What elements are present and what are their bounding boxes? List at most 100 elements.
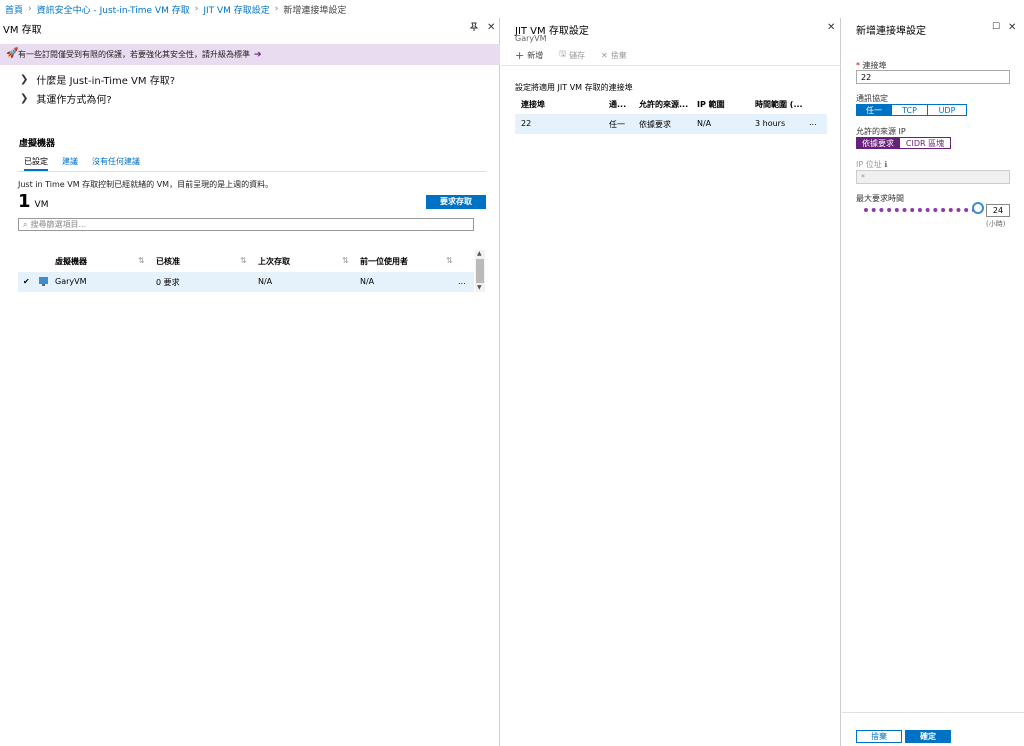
protocol-option-tcp[interactable]: TCP [891, 104, 928, 116]
cell-port: 22 [521, 119, 532, 128]
cell-ip-range: N/A [697, 119, 712, 128]
search-placeholder: 搜尋篩選項目... [30, 220, 87, 229]
sort-icon[interactable]: ⇅ [446, 256, 453, 265]
column-header-time-range[interactable]: 時間範圍 (... [755, 99, 803, 110]
protocol-label: 通訊協定 [856, 94, 888, 103]
ok-button[interactable]: 確定 [905, 730, 951, 743]
save-button[interactable]: 🖫 儲存 [559, 48, 585, 62]
max-time-slider-track[interactable] [864, 208, 976, 212]
close-icon[interactable]: ✕ [827, 22, 835, 33]
scroll-down-icon[interactable]: ▼ [477, 284, 482, 291]
table-row[interactable]: ✔ GaryVM 0 要求 N/A N/A ... [18, 272, 474, 292]
banner-text: 有一些訂閱僅受到有限的保護，若要強化其安全性，請升級為標準 [18, 50, 250, 59]
cell-vm-name[interactable]: GaryVM [55, 277, 87, 286]
breadcrumb-home[interactable]: 首頁 [5, 3, 23, 16]
column-header-port[interactable]: 連接埠 [521, 99, 545, 110]
add-label: 新增 [527, 50, 544, 60]
cell-approved: 0 要求 [156, 278, 180, 287]
source-option-per-request[interactable]: 依據要求 [856, 137, 900, 149]
breadcrumb-separator: › [28, 4, 32, 14]
arrow-right-icon: ➔ [254, 49, 262, 60]
column-header-source[interactable]: 允許的來源... [639, 99, 688, 110]
source-ip-label: 允許的來源 IP [856, 127, 906, 136]
discard-button[interactable]: ✕ 捨棄 [601, 50, 627, 61]
vm-count-number: 1 [18, 191, 31, 212]
row-more-button[interactable]: ... [809, 118, 817, 127]
max-time-input[interactable]: 24 [986, 204, 1010, 217]
section-title: 虛擬機器 [19, 139, 56, 149]
discard-label: 捨棄 [610, 50, 627, 60]
tab-configured[interactable]: 已設定 [24, 156, 48, 171]
scrollbar[interactable]: ▲ ▼ [475, 250, 485, 292]
sort-icon[interactable]: ⇅ [138, 256, 145, 265]
column-header-vm[interactable]: 虛擬機器 [55, 256, 87, 267]
expander-how-it-works[interactable]: ❯ 其運作方式為何? [20, 91, 112, 106]
sort-icon[interactable]: ⇅ [342, 256, 349, 265]
scrollbar-thumb[interactable] [476, 259, 484, 283]
discard-icon: ✕ [601, 50, 608, 60]
maximize-icon[interactable]: ☐ [992, 22, 1000, 32]
source-option-cidr[interactable]: CIDR 區塊 [899, 137, 951, 149]
column-header-protocol[interactable]: 通... [609, 99, 626, 110]
pin-icon[interactable] [469, 22, 479, 35]
cell-last-user: N/A [360, 277, 375, 286]
plus-icon: + [515, 48, 525, 62]
ports-section-label: 設定將適用 JIT VM 存取的連接埠 [515, 83, 633, 92]
max-time-slider-handle[interactable] [972, 202, 984, 214]
row-more-button[interactable]: ... [458, 277, 466, 286]
blade-header: VM 存取 [0, 18, 499, 38]
table-row[interactable]: 22 任一 依據要求 N/A 3 hours ... [515, 114, 827, 134]
jit-settings-blade: JIT VM 存取設定 GaryVM ✕ + 新增 🖫 儲存 ✕ 捨棄 設定將適… [501, 18, 841, 746]
cell-protocol: 任一 [609, 120, 625, 129]
save-label: 儲存 [569, 50, 586, 60]
vm-count-unit: VM [34, 200, 49, 210]
ports-table-header: 連接埠 通... 允許的來源... IP 範圍 時間範圍 (... [515, 96, 827, 112]
toolbar-divider [501, 65, 841, 66]
port-input[interactable]: 22 [856, 70, 1010, 84]
breadcrumb-jit-settings[interactable]: JIT VM 存取設定 [203, 3, 269, 16]
upgrade-banner[interactable]: 🚀 有一些訂閱僅受到有限的保護，若要強化其安全性，請升級為標準 ➔ [0, 44, 500, 65]
protocol-option-udp[interactable]: UDP [927, 104, 967, 116]
blade-title: 新增連接埠設定 [856, 26, 926, 37]
row-checkbox[interactable]: ✔ [23, 277, 30, 286]
column-header-last-access[interactable]: 上次存取 [258, 256, 290, 267]
cell-time-range: 3 hours [755, 119, 786, 128]
vm-table-header: 虛擬機器 ⇅ 已核准 ⇅ 上次存取 ⇅ 前一位使用者 ⇅ [18, 250, 474, 272]
port-label-text: 連接埠 [862, 61, 887, 70]
info-icon[interactable]: ℹ [884, 160, 887, 169]
rocket-icon: 🚀 [6, 48, 19, 59]
add-button[interactable]: + 新增 [515, 49, 543, 62]
discard-button[interactable]: 捨棄 [856, 730, 902, 743]
search-input[interactable]: ⌕ 搜尋篩選項目... [18, 218, 474, 231]
vm-access-blade: VM 存取 ✕ 🚀 有一些訂閱僅受到有限的保護，若要強化其安全性，請升級為標準 … [0, 18, 500, 746]
tab-no-recommendation[interactable]: 沒有任何建議 [92, 156, 140, 167]
cell-source: 依據要求 [639, 120, 671, 129]
close-icon[interactable]: ✕ [1008, 22, 1016, 33]
vm-count: 1 VM [18, 191, 48, 212]
ip-address-label: IP 位址 ℹ [856, 159, 887, 170]
column-header-ip-range[interactable]: IP 範圍 [697, 99, 725, 110]
blade-subtitle: GaryVM [515, 34, 547, 43]
column-header-approved[interactable]: 已核准 [156, 256, 180, 267]
toolbar: + 新增 🖫 儲存 ✕ 捨棄 [515, 48, 627, 62]
tab-recommended[interactable]: 建議 [62, 156, 78, 167]
vm-icon [38, 276, 49, 287]
footer-divider [842, 712, 1024, 713]
request-access-button[interactable]: 要求存取 [426, 195, 486, 209]
chevron-right-icon: ❯ [20, 74, 29, 85]
column-header-last-user[interactable]: 前一位使用者 [360, 256, 408, 267]
blade-title: VM 存取 [3, 24, 42, 36]
required-marker: * [856, 61, 860, 70]
sort-icon[interactable]: ⇅ [240, 256, 247, 265]
save-icon: 🖫 [559, 49, 567, 58]
expander-label: 其運作方式為何? [36, 95, 112, 106]
max-time-label: 最大要求時間 [856, 194, 904, 203]
expander-what-is-jit[interactable]: ❯ 什麼是 Just-in-Time VM 存取? [20, 72, 175, 87]
protocol-option-any[interactable]: 任一 [856, 104, 892, 116]
ip-address-input[interactable]: * [856, 170, 1010, 184]
close-icon[interactable]: ✕ [487, 22, 495, 33]
breadcrumb-current: 新增連接埠設定 [283, 5, 347, 16]
scroll-up-icon[interactable]: ▲ [477, 250, 482, 257]
breadcrumb-separator: › [194, 4, 199, 14]
breadcrumb-security-center[interactable]: 資訊安全中心 - Just-in-Time VM 存取 [37, 3, 190, 16]
